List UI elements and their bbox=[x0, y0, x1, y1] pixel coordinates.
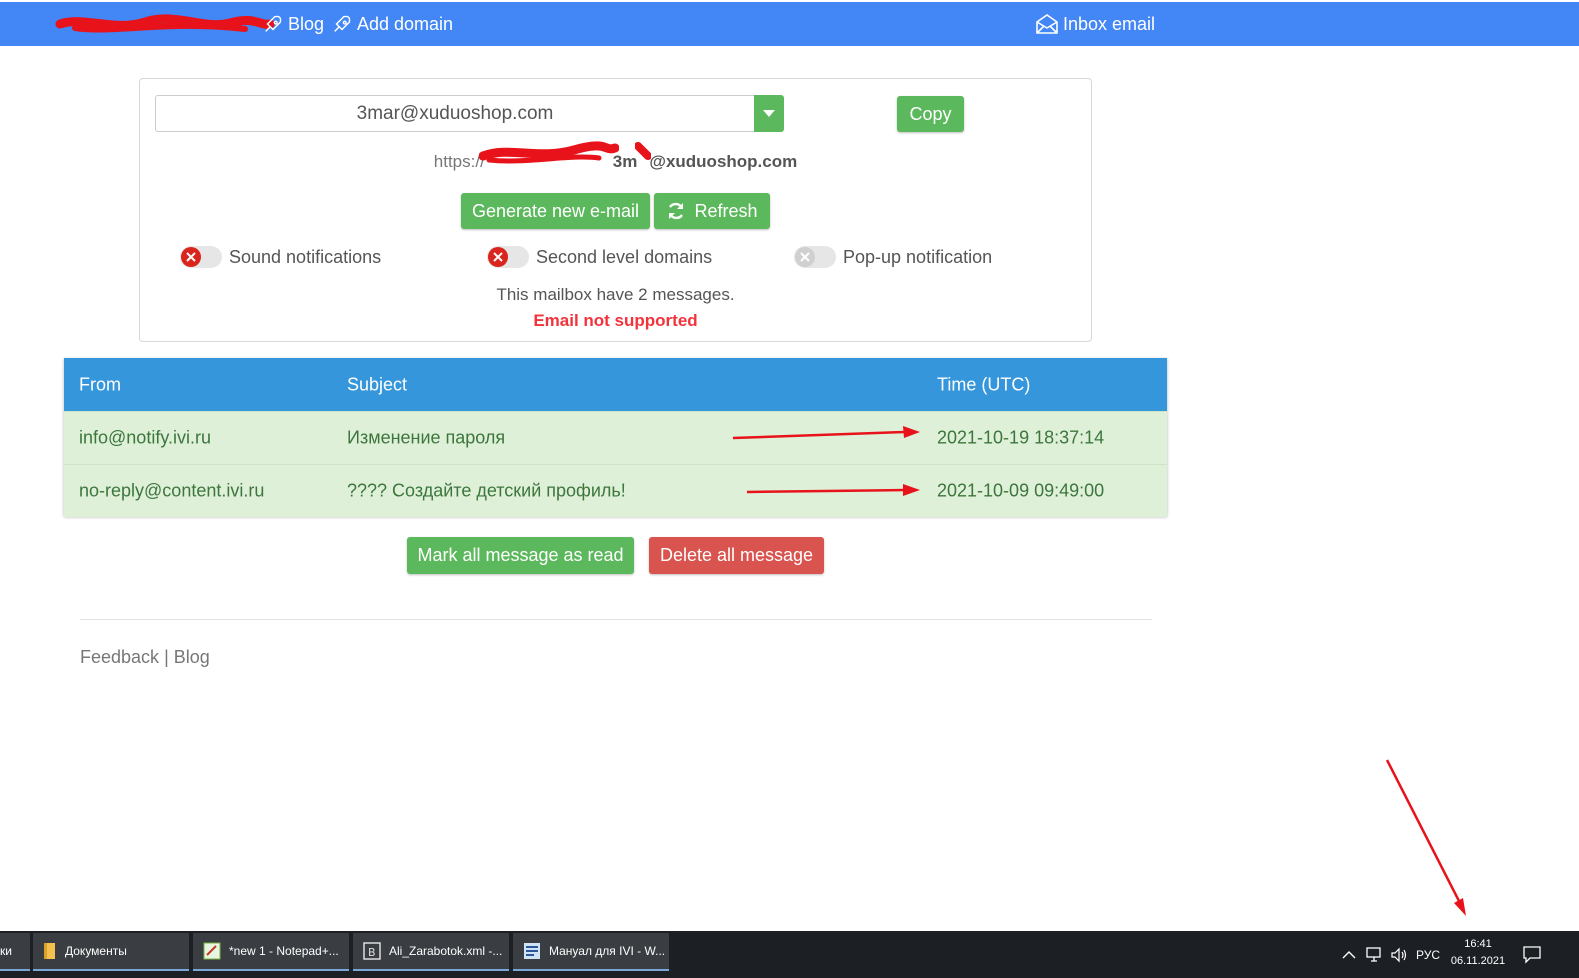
row-subject: Изменение пароля bbox=[347, 427, 506, 448]
word-icon bbox=[524, 943, 540, 959]
feedback-link[interactable]: Feedback bbox=[80, 647, 159, 667]
refresh-label: Refresh bbox=[694, 200, 758, 221]
nav-inbox-label: Inbox email bbox=[1063, 13, 1156, 34]
taskbar-item-partial[interactable]: ки bbox=[0, 933, 30, 971]
mark-all-read-label: Mark all message as read bbox=[417, 545, 624, 565]
selected-email: 3mar@xuduoshop.com bbox=[356, 102, 554, 124]
footer-blog-link[interactable]: Blog bbox=[174, 647, 210, 667]
top-navbar: Blog Add domain Inbox email bbox=[0, 2, 1579, 46]
system-tray: РУС bbox=[1342, 931, 1440, 978]
email-select-toggle[interactable] bbox=[754, 95, 784, 132]
nav-blog-label: Blog bbox=[288, 13, 325, 34]
clock-time: 16:41 bbox=[1464, 938, 1492, 950]
delete-all-label: Delete all message bbox=[659, 545, 814, 565]
red-arrow-annotation bbox=[1385, 759, 1466, 916]
taskbar-item-label: Документы bbox=[65, 944, 127, 958]
taskbar-item-label: Мануал для IVI - W... bbox=[549, 944, 666, 958]
url-redacted bbox=[478, 141, 619, 172]
taskbar-item-word[interactable]: Мануал для IVI - W... bbox=[513, 933, 669, 971]
x-icon bbox=[181, 247, 201, 267]
popup-notification-label: Pop-up notification bbox=[843, 246, 993, 267]
header-time: Time (UTC) bbox=[937, 374, 1031, 394]
windows-taskbar: ки Документы *new 1 - Notepad+... B Ali_… bbox=[0, 931, 1579, 978]
taskbar-clock[interactable]: 16:41 06.11.2021 bbox=[1447, 936, 1509, 970]
table-row[interactable]: no-reply@content.ivi.ru ???? Создайте де… bbox=[64, 464, 1167, 517]
taskbar-item-label: *new 1 - Notepad+... bbox=[229, 944, 339, 958]
second-level-domains-label: Second level domains bbox=[536, 246, 713, 267]
nav-inbox-link[interactable]: Inbox email bbox=[1035, 13, 1155, 35]
email-not-supported-warning: Email not supported bbox=[533, 311, 698, 330]
taskbar-item-documents[interactable]: Документы bbox=[33, 933, 189, 971]
clock-date: 06.11.2021 bbox=[1450, 955, 1506, 967]
email-select[interactable]: 3mar@xuduoshop.com bbox=[155, 95, 754, 132]
nav-add-domain-link[interactable]: Add domain bbox=[331, 13, 453, 35]
notepad-icon bbox=[203, 942, 221, 960]
svg-text:B: B bbox=[368, 946, 376, 959]
popup-notification-toggle[interactable] bbox=[794, 246, 836, 268]
footer-separator: | bbox=[164, 647, 169, 667]
messages-table: From Subject Time (UTC) info@notify.ivi.… bbox=[64, 358, 1167, 517]
notification-center-icon[interactable] bbox=[1522, 944, 1542, 964]
redacted-logo-scribble bbox=[55, 14, 275, 33]
taskbar-item-xml-editor[interactable]: B Ali_Zarabotok.xml -... bbox=[353, 933, 509, 971]
row-time: 2021-10-19 18:37:14 bbox=[937, 427, 1105, 448]
x-icon bbox=[488, 247, 508, 267]
taskbar-item-label: ки bbox=[0, 944, 12, 958]
header-subject: Subject bbox=[347, 374, 408, 394]
envelope-open-icon bbox=[1036, 14, 1058, 34]
footer-links: Feedback | Blog bbox=[80, 647, 210, 668]
x-icon bbox=[795, 247, 815, 267]
row-from: info@notify.ivi.ru bbox=[79, 427, 211, 448]
popup-notification-toggle-row: Pop-up notification bbox=[794, 246, 992, 268]
network-icon[interactable] bbox=[1366, 946, 1384, 963]
second-level-domains-toggle[interactable] bbox=[487, 246, 529, 268]
generate-email-label: Generate new e-mail bbox=[471, 200, 640, 221]
sound-notifications-toggle-row: Sound notifications bbox=[180, 246, 381, 268]
url-domain: @xuduoshop.com bbox=[649, 152, 798, 171]
rocket-icon bbox=[334, 15, 351, 32]
row-from: no-reply@content.ivi.ru bbox=[79, 480, 265, 501]
copy-button-label: Copy bbox=[909, 103, 952, 124]
refresh-button[interactable]: Refresh bbox=[654, 193, 770, 229]
inbox-url: https:// 3m @xuduoshop.com bbox=[140, 141, 1091, 172]
delete-all-button[interactable]: Delete all message bbox=[649, 537, 824, 574]
mailbox-card: 3mar@xuduoshop.com Copy https:// 3m @xud… bbox=[139, 78, 1092, 342]
taskbar-item-notepad[interactable]: *new 1 - Notepad+... bbox=[193, 933, 349, 971]
url-redacted-2 bbox=[635, 142, 652, 172]
url-prefix: https:// bbox=[433, 152, 485, 171]
refresh-icon bbox=[669, 202, 684, 220]
row-time: 2021-10-09 09:49:00 bbox=[937, 480, 1105, 501]
header-from: From bbox=[79, 374, 121, 394]
table-header: From Subject Time (UTC) bbox=[64, 358, 1167, 411]
caret-down-icon bbox=[763, 109, 775, 117]
second-level-domains-toggle-row: Second level domains bbox=[487, 246, 712, 268]
volume-icon[interactable] bbox=[1390, 947, 1408, 963]
rocket-icon bbox=[265, 15, 282, 32]
message-count-text: This mailbox have 2 messages. bbox=[496, 285, 735, 304]
nav-add-domain-label: Add domain bbox=[357, 13, 454, 34]
nav-blog-link[interactable]: Blog bbox=[262, 13, 324, 35]
chevron-up-icon[interactable] bbox=[1342, 950, 1356, 960]
sound-notifications-toggle[interactable] bbox=[180, 246, 222, 268]
taskbar-item-label: Ali_Zarabotok.xml -... bbox=[389, 944, 503, 958]
mark-all-read-button[interactable]: Mark all message as read bbox=[407, 537, 634, 574]
copy-button[interactable]: Copy bbox=[897, 96, 964, 132]
editor-icon: B bbox=[363, 942, 381, 960]
folder-icon bbox=[44, 943, 55, 959]
generate-email-button[interactable]: Generate new e-mail bbox=[461, 193, 650, 229]
row-subject: ???? Создайте детский профиль! bbox=[347, 480, 626, 501]
footer-divider bbox=[80, 619, 1152, 620]
sound-notifications-label: Sound notifications bbox=[229, 246, 382, 267]
language-indicator[interactable]: РУС bbox=[1416, 948, 1440, 962]
table-row[interactable]: info@notify.ivi.ru Изменение пароля 2021… bbox=[64, 411, 1167, 464]
